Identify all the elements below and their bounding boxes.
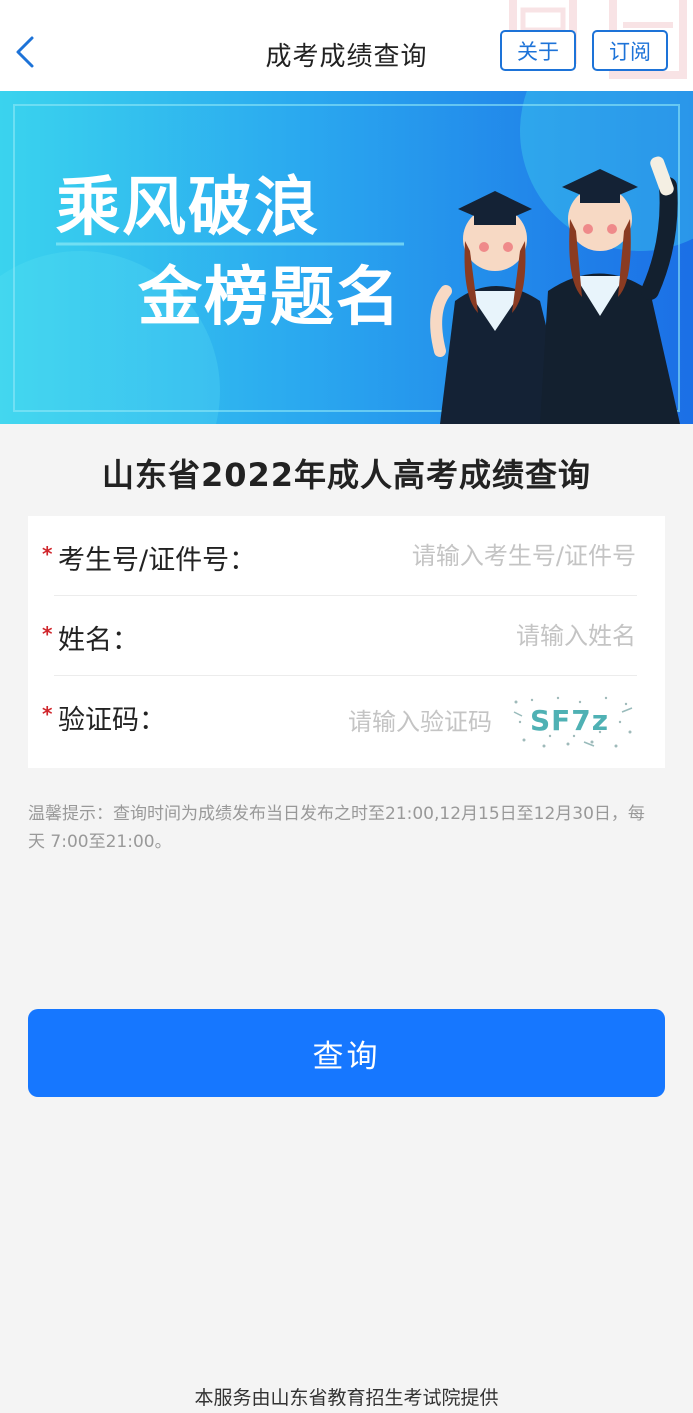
required-mark: *	[42, 702, 53, 726]
required-mark: *	[42, 542, 53, 566]
candidate-id-label: 考生号/证件号：	[58, 545, 257, 576]
captcha-input[interactable]	[278, 700, 492, 744]
about-button[interactable]: 关于	[500, 30, 576, 71]
query-form: * 考生号/证件号： * 姓名： * 验证码： SF7z	[28, 516, 665, 768]
banner-slogan-line2: 金榜题名	[137, 261, 402, 335]
candidate-id-input[interactable]	[358, 534, 636, 578]
tip-text: 温馨提示：查询时间为成绩发布当日发布之时至21:00,12月15日至12月30日…	[28, 804, 645, 852]
query-heading: 山东省2022年成人高考成绩查询	[101, 456, 592, 494]
captcha-code: SF7z	[530, 704, 609, 737]
name-row: * 姓名：	[28, 596, 665, 676]
promo-banner: 乘风破浪 金榜题名	[0, 91, 693, 424]
name-input[interactable]	[358, 614, 636, 658]
page-title: 成考成绩查询	[265, 42, 428, 72]
captcha-image[interactable]: SF7z	[510, 692, 636, 752]
candidate-id-row: * 考生号/证件号：	[28, 516, 665, 596]
footer-text: 本服务由山东省教育招生考试院提供	[194, 1387, 499, 1409]
name-label: 姓名：	[58, 625, 139, 656]
captcha-label: 验证码：	[58, 705, 166, 736]
subscribe-button[interactable]: 订阅	[592, 30, 668, 71]
top-nav-bar: 成考成绩查询 关于 订阅	[0, 0, 693, 91]
query-button[interactable]: 查询	[28, 1009, 665, 1097]
required-mark: *	[42, 622, 53, 646]
banner-slogan-line1: 乘风破浪	[56, 171, 320, 245]
